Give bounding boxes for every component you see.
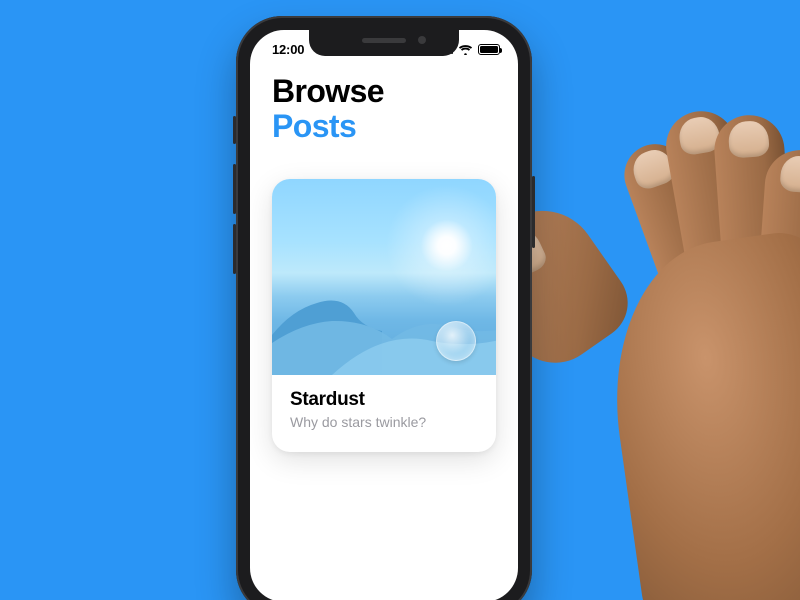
volume-up-button bbox=[233, 164, 236, 214]
mute-switch bbox=[233, 116, 236, 144]
phone-screen[interactable]: 12:00 Browse Posts bbox=[250, 30, 518, 600]
wifi-icon bbox=[458, 44, 473, 55]
phone-frame: 12:00 Browse Posts bbox=[236, 16, 532, 600]
palm-illustration bbox=[595, 225, 800, 600]
battery-icon bbox=[478, 44, 500, 55]
post-card-image bbox=[272, 179, 496, 375]
page-title-line2: Posts bbox=[272, 109, 496, 144]
device-notch bbox=[309, 30, 459, 56]
status-time: 12:00 bbox=[272, 42, 304, 57]
post-card-body: Stardust Why do stars twinkle? bbox=[272, 375, 496, 452]
page-title-line1: Browse bbox=[272, 74, 496, 109]
power-button bbox=[532, 176, 535, 248]
page-title: Browse Posts bbox=[272, 74, 496, 143]
volume-down-button bbox=[233, 224, 236, 274]
post-card-subtitle: Why do stars twinkle? bbox=[290, 414, 478, 430]
finger-illustration bbox=[712, 113, 798, 347]
finger-illustration bbox=[753, 148, 800, 362]
finger-illustration bbox=[616, 135, 743, 344]
post-card-title: Stardust bbox=[290, 389, 478, 411]
post-card[interactable]: Stardust Why do stars twinkle? bbox=[272, 179, 496, 452]
touch-indicator-icon bbox=[436, 321, 476, 361]
finger-illustration bbox=[661, 106, 770, 345]
